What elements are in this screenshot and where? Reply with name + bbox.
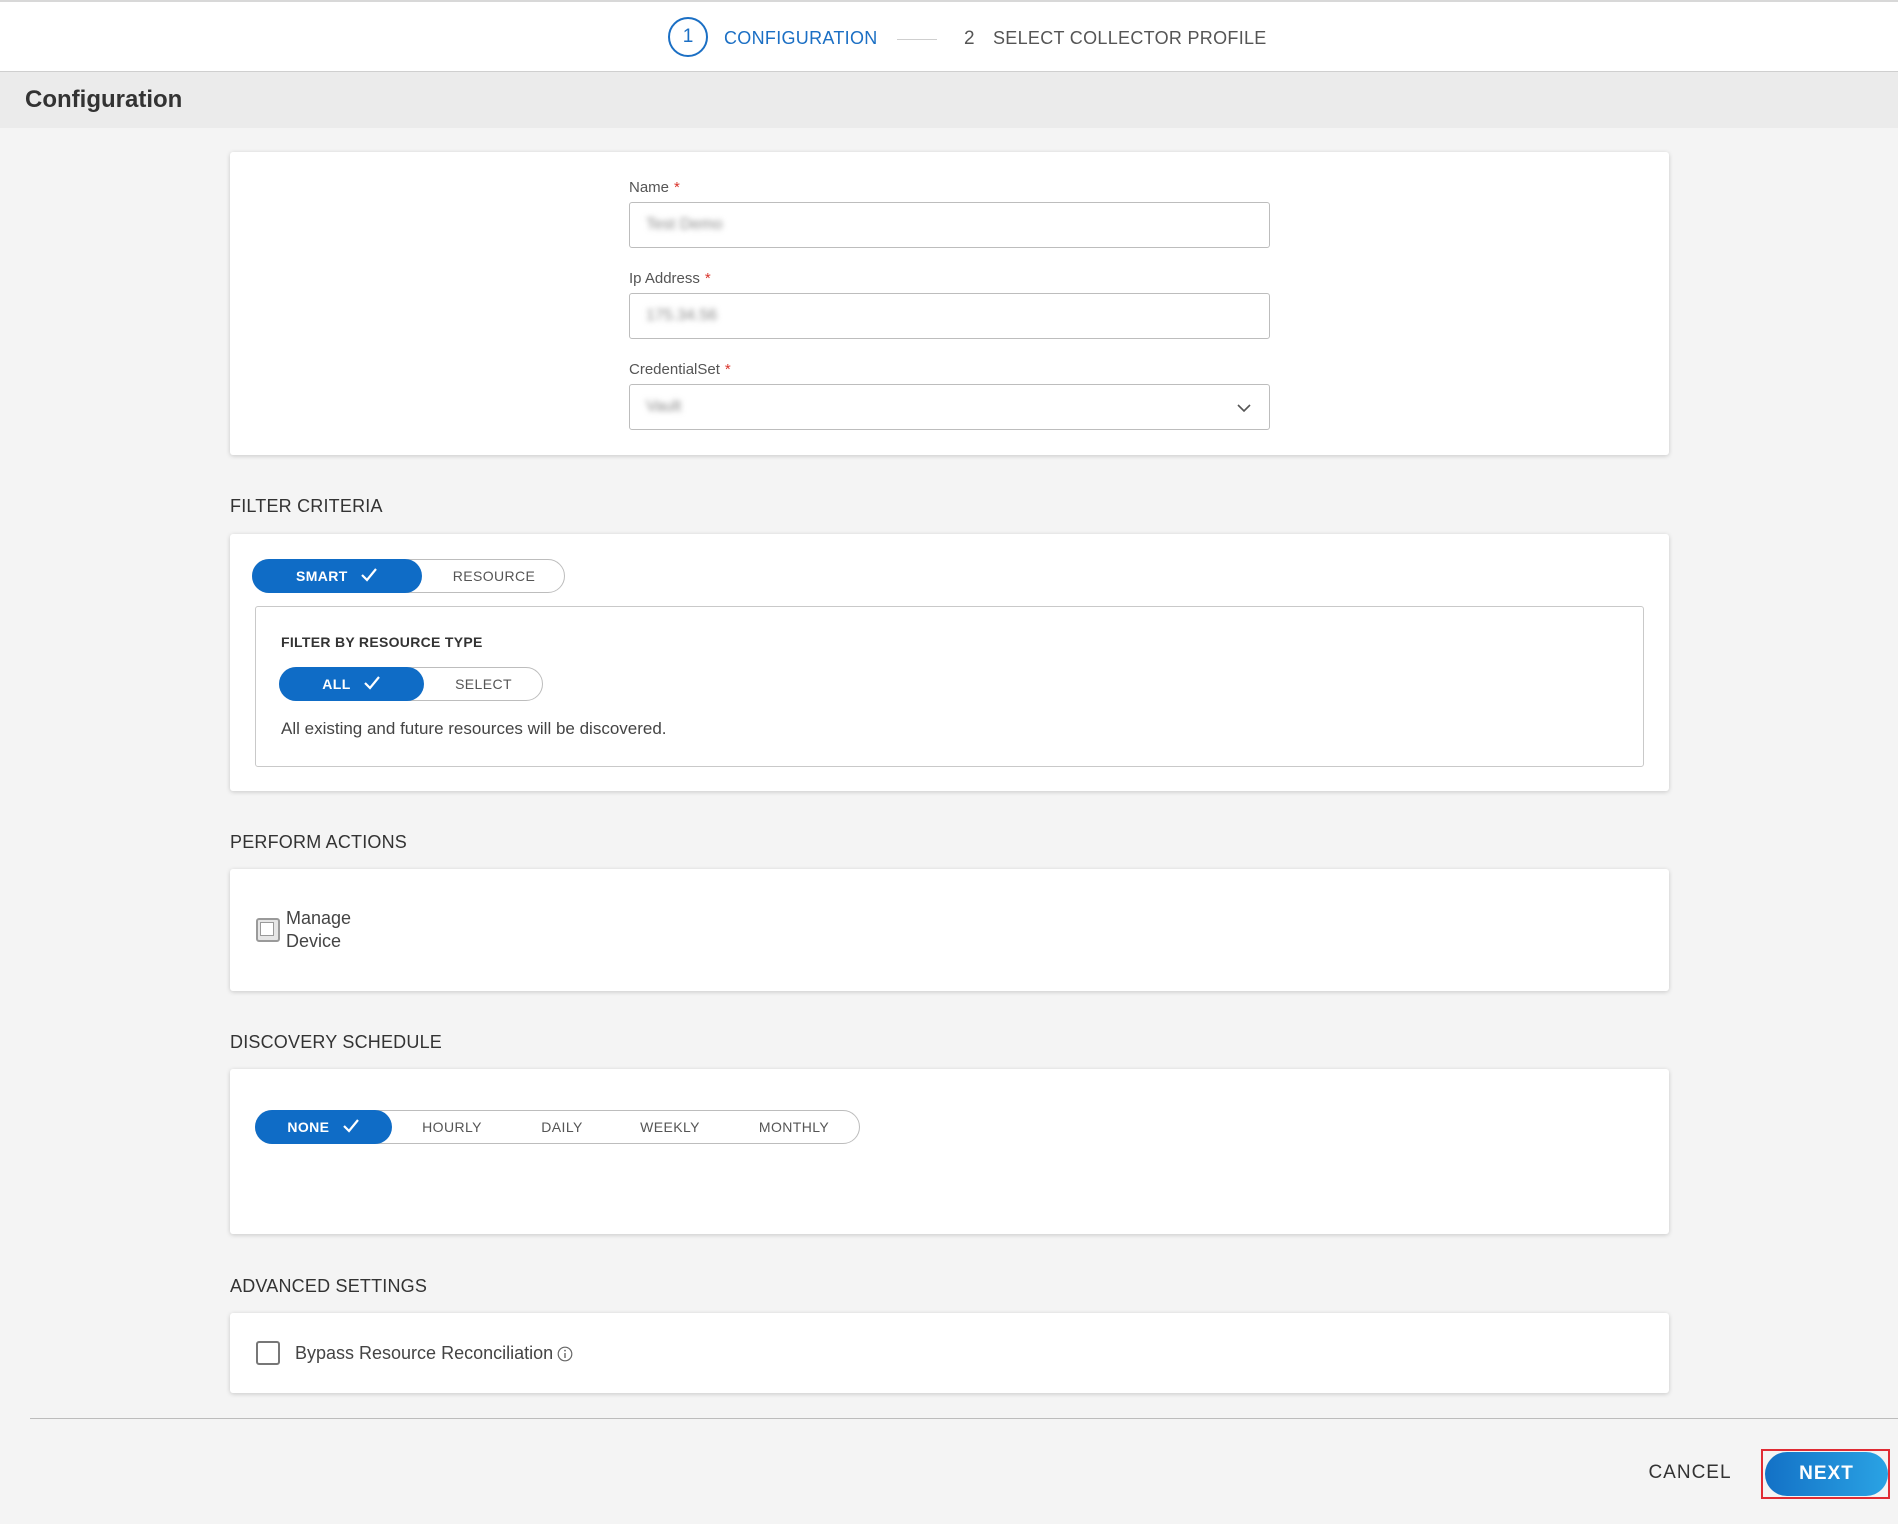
resource-type-hint: All existing and future resources will b… [281,719,667,738]
bypass-reconciliation-checkbox[interactable] [256,1341,280,1365]
discovery-schedule-card: NONE HOURLY DAILY WEEKLY MONTHLY [230,1069,1669,1234]
resource-type-box: FILTER BY RESOURCE TYPE ALL SELECT All e… [255,606,1644,767]
required-marker: * [704,270,711,287]
perform-actions-card: Manage Device [230,869,1669,991]
page-title: Configuration [25,86,183,113]
select-tab-label: SELECT [455,676,512,692]
schedule-monthly-option[interactable]: MONTHLY [728,1110,860,1144]
check-icon [363,676,380,690]
filter-by-resource-type-title: FILTER BY RESOURCE TYPE [281,634,483,650]
chevron-down-icon [1237,404,1251,413]
ip-address-value: 175.34.56 [646,307,718,324]
credential-set-label: CredentialSet * [629,361,731,378]
basic-info-card: Name * Test Demo Ip Address * 175.34.56 Cr… [230,152,1669,455]
all-tab-label: ALL [322,676,351,692]
step-1-label: CONFIGURATION [724,28,878,48]
required-marker: * [674,179,680,196]
perform-actions-title: PERFORM ACTIONS [230,832,408,852]
schedule-weekly-option[interactable]: WEEKLY [612,1110,728,1144]
name-label-text: Name [629,179,670,196]
resource-type-toggle: ALL SELECT [279,667,543,701]
manage-device-label: Manage Device [286,907,351,953]
footer-divider [30,1418,1898,1419]
smart-tab[interactable]: SMART [252,559,422,593]
ip-address-input[interactable]: 175.34.56 [629,293,1270,339]
step-1-number: 1 [668,17,708,57]
discovery-schedule-title: DISCOVERY SCHEDULE [230,1032,442,1052]
smart-tab-label: SMART [295,568,348,584]
schedule-daily-option[interactable]: DAILY [512,1110,612,1144]
schedule-none-label: NONE [287,1119,330,1135]
name-value: Test Demo [646,216,723,233]
ip-address-label-text: Ip Address [629,270,700,287]
resource-tab-label: RESOURCE [452,568,536,584]
resource-tab[interactable]: RESOURCE [423,559,565,593]
check-icon [342,1119,359,1133]
check-icon [361,568,377,582]
credential-set-value: Vault [646,398,682,415]
bypass-reconciliation-label: Bypass Resource Reconciliation [295,1343,554,1363]
schedule-daily-label: DAILY [541,1119,583,1135]
manage-device-label-line1: Manage [286,908,352,928]
filter-criteria-card: SMART RESOURCE FILTER BY RESOURCE TYPE A… [230,534,1669,791]
credential-set-label-text: CredentialSet [629,361,720,378]
all-tab[interactable]: ALL [279,667,424,701]
schedule-hourly-option[interactable]: HOURLY [392,1110,512,1144]
advanced-settings-card: Bypass Resource Reconciliation [230,1313,1669,1393]
ip-address-label: Ip Address * [629,270,711,287]
manage-device-label-line2: Device [286,931,342,951]
filter-type-toggle: SMART RESOURCE [252,559,565,593]
next-button[interactable]: NEXT [1765,1452,1888,1496]
step-2-label: SELECT COLLECTOR PROFILE [993,28,1267,48]
schedule-weekly-label: WEEKLY [640,1119,700,1135]
page-header: Configuration [0,72,1898,128]
schedule-none-option[interactable]: NONE [255,1110,392,1144]
credential-set-select[interactable]: Vault [629,384,1270,430]
info-icon[interactable] [557,1346,573,1362]
cancel-button[interactable]: CANCEL [1640,1455,1740,1491]
name-input[interactable]: Test Demo [629,202,1270,248]
name-label: Name * [629,179,680,196]
manage-device-checkbox[interactable] [256,918,280,942]
select-tab[interactable]: SELECT [424,667,543,701]
schedule-toggle: NONE HOURLY DAILY WEEKLY MONTHLY [255,1110,860,1144]
step-2-number: 2 [964,28,975,49]
advanced-settings-title: ADVANCED SETTINGS [230,1276,428,1296]
filter-criteria-title: FILTER CRITERIA [230,496,383,516]
wizard-stepper: 1 CONFIGURATION 2 SELECT COLLECTOR PROFI… [0,0,1898,72]
schedule-monthly-label: MONTHLY [758,1119,830,1135]
required-marker: * [724,361,731,378]
schedule-hourly-label: HOURLY [422,1119,482,1135]
step-connector [897,39,937,40]
